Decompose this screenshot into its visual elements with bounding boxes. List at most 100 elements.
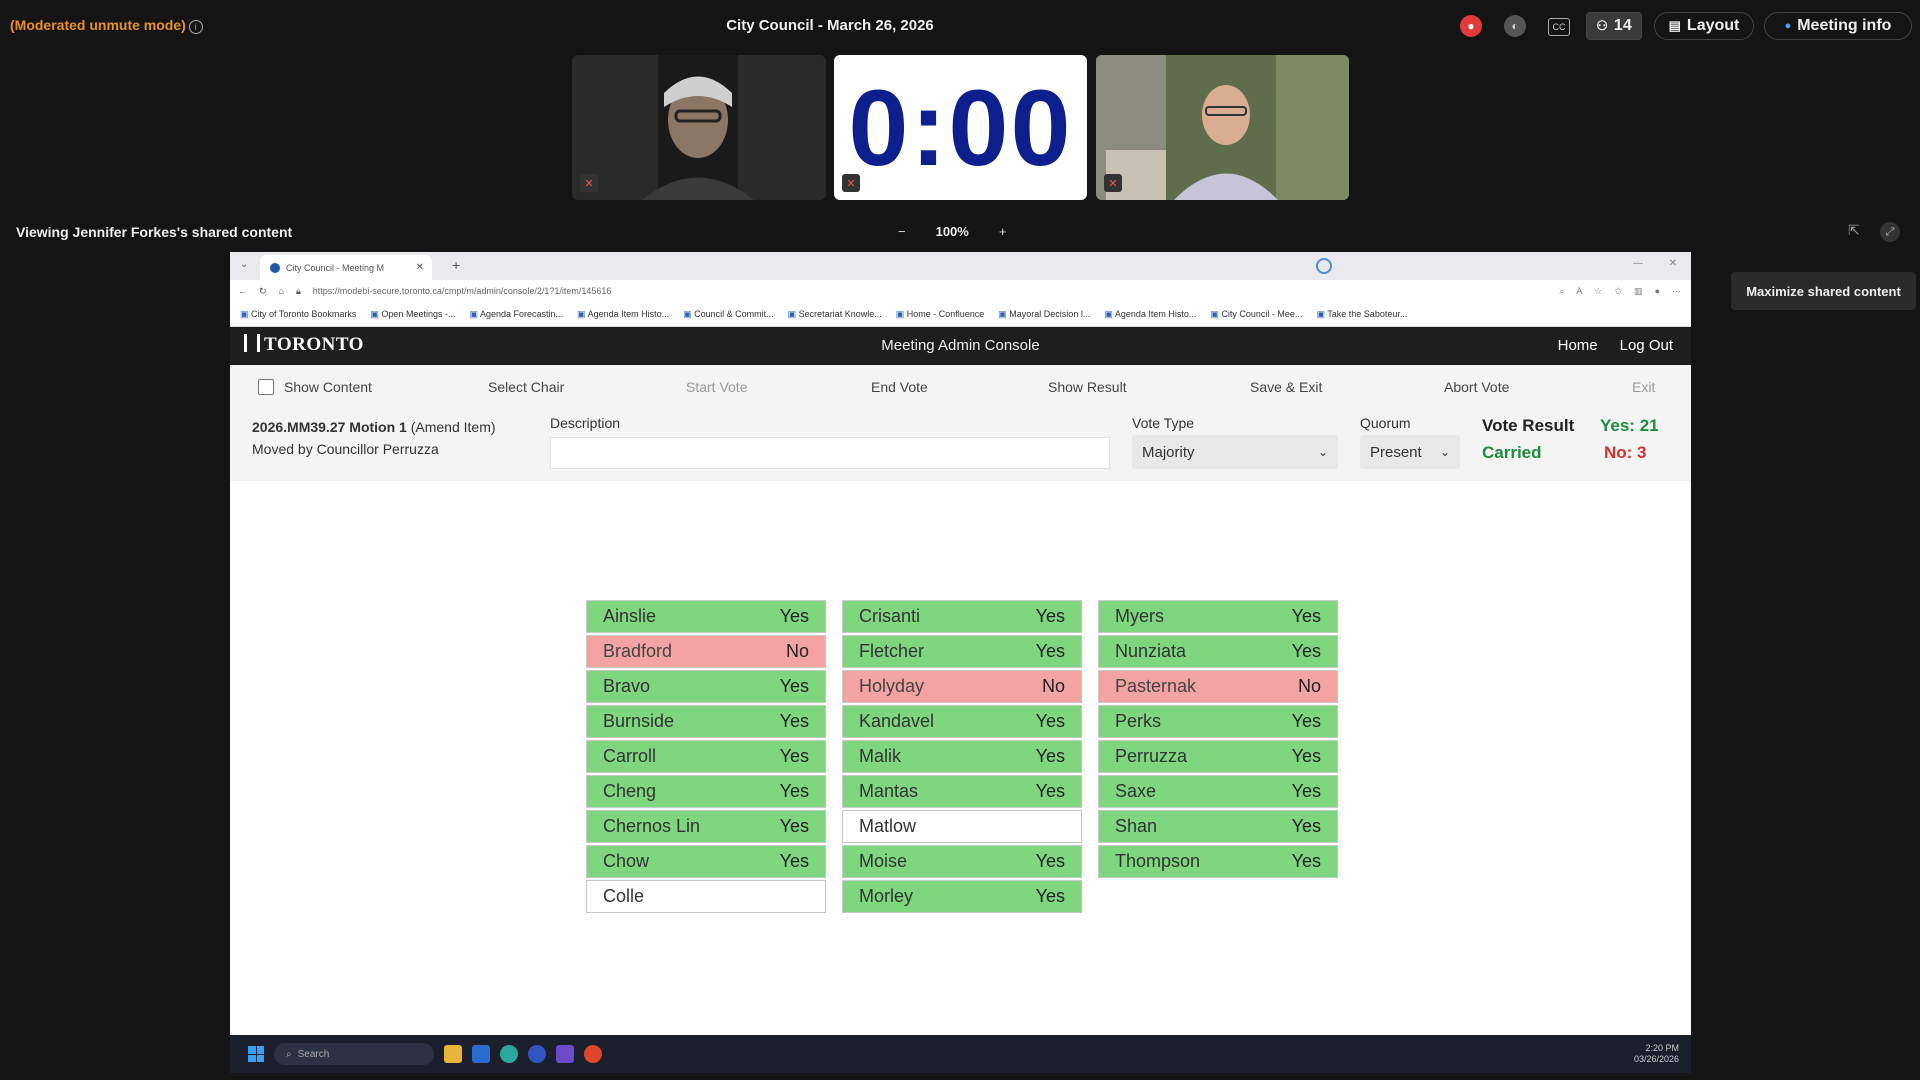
windows-start-icon[interactable]	[248, 1046, 264, 1062]
councillor-name: Kandavel	[859, 711, 935, 731]
councillor-vote-row: Cheng Yes	[586, 775, 826, 808]
councillor-name: Bravo	[603, 676, 651, 696]
bookmark-item[interactable]: Take the Saboteur...	[1316, 309, 1407, 320]
abort-vote-button[interactable]: Abort Vote	[1444, 379, 1509, 395]
participant-video	[642, 55, 754, 200]
councillor-vote-row: Chow Yes	[586, 845, 826, 878]
bookmark-item[interactable]: Secretariat Knowle...	[788, 309, 882, 320]
back-icon[interactable]: ←	[238, 286, 247, 296]
taskbar-search[interactable]: ⌕ Search	[274, 1043, 434, 1065]
maximize-icon[interactable]: ⤢	[1880, 222, 1900, 242]
motion-id: 2026.MM39.27 Motion 1 (Amend Item)	[252, 419, 496, 435]
activity-icon[interactable]: ◐	[1504, 15, 1526, 37]
councillor-vote-row: Thompson Yes	[1098, 845, 1338, 878]
councillor-vote: Yes	[1291, 746, 1321, 766]
vote-type-label: Vote Type	[1132, 415, 1195, 431]
start-vote-button[interactable]: Start Vote	[686, 379, 747, 395]
participants-button[interactable]: ⚇ 14	[1586, 12, 1642, 40]
councillor-vote: Yes	[1035, 886, 1065, 906]
participant-video	[1096, 55, 1349, 200]
councillor-name: Perruzza	[1115, 746, 1188, 766]
favorites-icon[interactable]: ✩	[1615, 286, 1623, 297]
bookmark-item[interactable]: Home - Confluence	[896, 309, 985, 320]
logout-link[interactable]: Log Out	[1620, 337, 1673, 354]
refresh-icon[interactable]: ↻	[259, 286, 267, 297]
zoom-out-button[interactable]: −	[898, 224, 906, 239]
record-icon[interactable]: ●	[1460, 15, 1482, 37]
bookmark-item[interactable]: City of Toronto Bookmarks	[240, 309, 356, 320]
minimize-window-icon[interactable]: —	[1633, 258, 1643, 269]
copilot-icon[interactable]	[1316, 258, 1332, 274]
profile-icon[interactable]: ●	[1655, 286, 1660, 297]
favorite-icon[interactable]: ☆	[1594, 286, 1602, 297]
collections-icon[interactable]: ▥	[1634, 286, 1643, 297]
zoom-in-button[interactable]: +	[999, 224, 1007, 239]
councillor-vote: Yes	[1291, 816, 1321, 836]
close-tab-icon[interactable]: ✕	[416, 262, 424, 273]
browser-actions: ⌕ A ☆ ✩ ▥ ● ⋯	[1559, 286, 1681, 297]
councillor-name: Pasternak	[1115, 676, 1197, 696]
councillor-name: Ainslie	[603, 606, 657, 626]
browser-tab[interactable]: City Council - Meeting M ✕	[260, 255, 432, 280]
checkbox-icon[interactable]	[258, 379, 274, 395]
meeting-info-button[interactable]: ● Meeting info	[1764, 12, 1912, 40]
end-vote-button[interactable]: End Vote	[871, 379, 928, 395]
councillor-name: Matlow	[859, 816, 917, 836]
councillor-vote: Yes	[779, 781, 809, 801]
console-title: Meeting Admin Console	[881, 337, 1040, 354]
councillor-vote: Yes	[1291, 641, 1321, 661]
councillor-vote: Yes	[1291, 711, 1321, 731]
vote-column: Ainslie Yes Bradford No Bravo Yes Burnside Yes C…	[586, 600, 826, 915]
file-explorer-icon[interactable]	[444, 1045, 462, 1063]
chrome-icon[interactable]	[584, 1045, 602, 1063]
close-window-icon[interactable]: ✕	[1669, 258, 1677, 269]
vote-type-select[interactable]: Majority ⌄	[1132, 435, 1338, 469]
councillor-name: Perks	[1115, 711, 1162, 731]
select-chair-button[interactable]: Select Chair	[488, 379, 564, 395]
bookmark-item[interactable]: Council & Commit...	[683, 309, 774, 320]
captions-icon[interactable]: CC	[1548, 18, 1570, 36]
description-input[interactable]	[550, 437, 1110, 469]
bookmark-item[interactable]: Agenda Item Histo...	[577, 309, 670, 320]
popout-icon[interactable]: ⇱	[1848, 222, 1860, 239]
edge-icon[interactable]	[500, 1045, 518, 1063]
teams-icon[interactable]	[556, 1045, 574, 1063]
councillor-name: Thompson	[1115, 851, 1201, 871]
councillor-vote-row: Burnside Yes	[586, 705, 826, 738]
quorum-select[interactable]: Present ⌄	[1360, 435, 1460, 469]
councillor-vote: Yes	[1291, 851, 1321, 871]
more-options-icon[interactable]: ⋯	[1672, 286, 1681, 297]
councillor-vote: Yes	[779, 746, 809, 766]
zoom-page-icon[interactable]: ⌕	[1559, 286, 1564, 297]
councillor-vote-row: Matlow	[842, 810, 1082, 843]
home-icon[interactable]: ⌂	[279, 286, 284, 296]
bookmark-item[interactable]: City Council - Mee...	[1210, 309, 1302, 320]
show-content-checkbox[interactable]: Show Content	[258, 379, 372, 395]
bookmark-item[interactable]: Open Meetings -...	[370, 309, 455, 320]
bookmarks-bar: City of Toronto Bookmarks Open Meetings …	[230, 302, 1691, 327]
bookmark-item[interactable]: Agenda Forecastin...	[469, 309, 563, 320]
councillor-vote-row: Mantas Yes	[842, 775, 1082, 808]
new-tab-icon[interactable]: +	[452, 257, 460, 273]
tab-list-icon[interactable]: ⌄	[240, 259, 248, 270]
mic-muted-icon: ✕	[1104, 174, 1122, 192]
councillor-vote-row: Bravo Yes	[586, 670, 826, 703]
councillor-name: Bradford	[603, 641, 673, 661]
url-field[interactable]: https://modebi-secure.toronto.ca/cmpt/m/…	[313, 286, 612, 296]
councillor-vote: Yes	[1035, 746, 1065, 766]
outlook-icon[interactable]	[472, 1045, 490, 1063]
show-result-button[interactable]: Show Result	[1048, 379, 1127, 395]
save-exit-button[interactable]: Save & Exit	[1250, 379, 1322, 395]
layout-button[interactable]: ▤ Layout	[1654, 12, 1754, 40]
home-link[interactable]: Home	[1558, 337, 1598, 354]
bookmark-item[interactable]: Mayoral Decision l...	[998, 309, 1090, 320]
yes-count: Yes: 21	[1600, 416, 1659, 435]
bookmark-item[interactable]: Agenda Item Histo...	[1104, 309, 1197, 320]
app-icon[interactable]	[528, 1045, 546, 1063]
vote-column: Crisanti Yes Fletcher Yes Holyday No Kandavel Y…	[842, 600, 1082, 915]
councillor-name: Saxe	[1115, 781, 1157, 801]
councillor-vote-row: Pasternak No	[1098, 670, 1338, 703]
exit-button[interactable]: Exit	[1632, 379, 1655, 395]
councillor-vote-row: Perruzza Yes	[1098, 740, 1338, 773]
read-aloud-icon[interactable]: A	[1576, 286, 1582, 297]
